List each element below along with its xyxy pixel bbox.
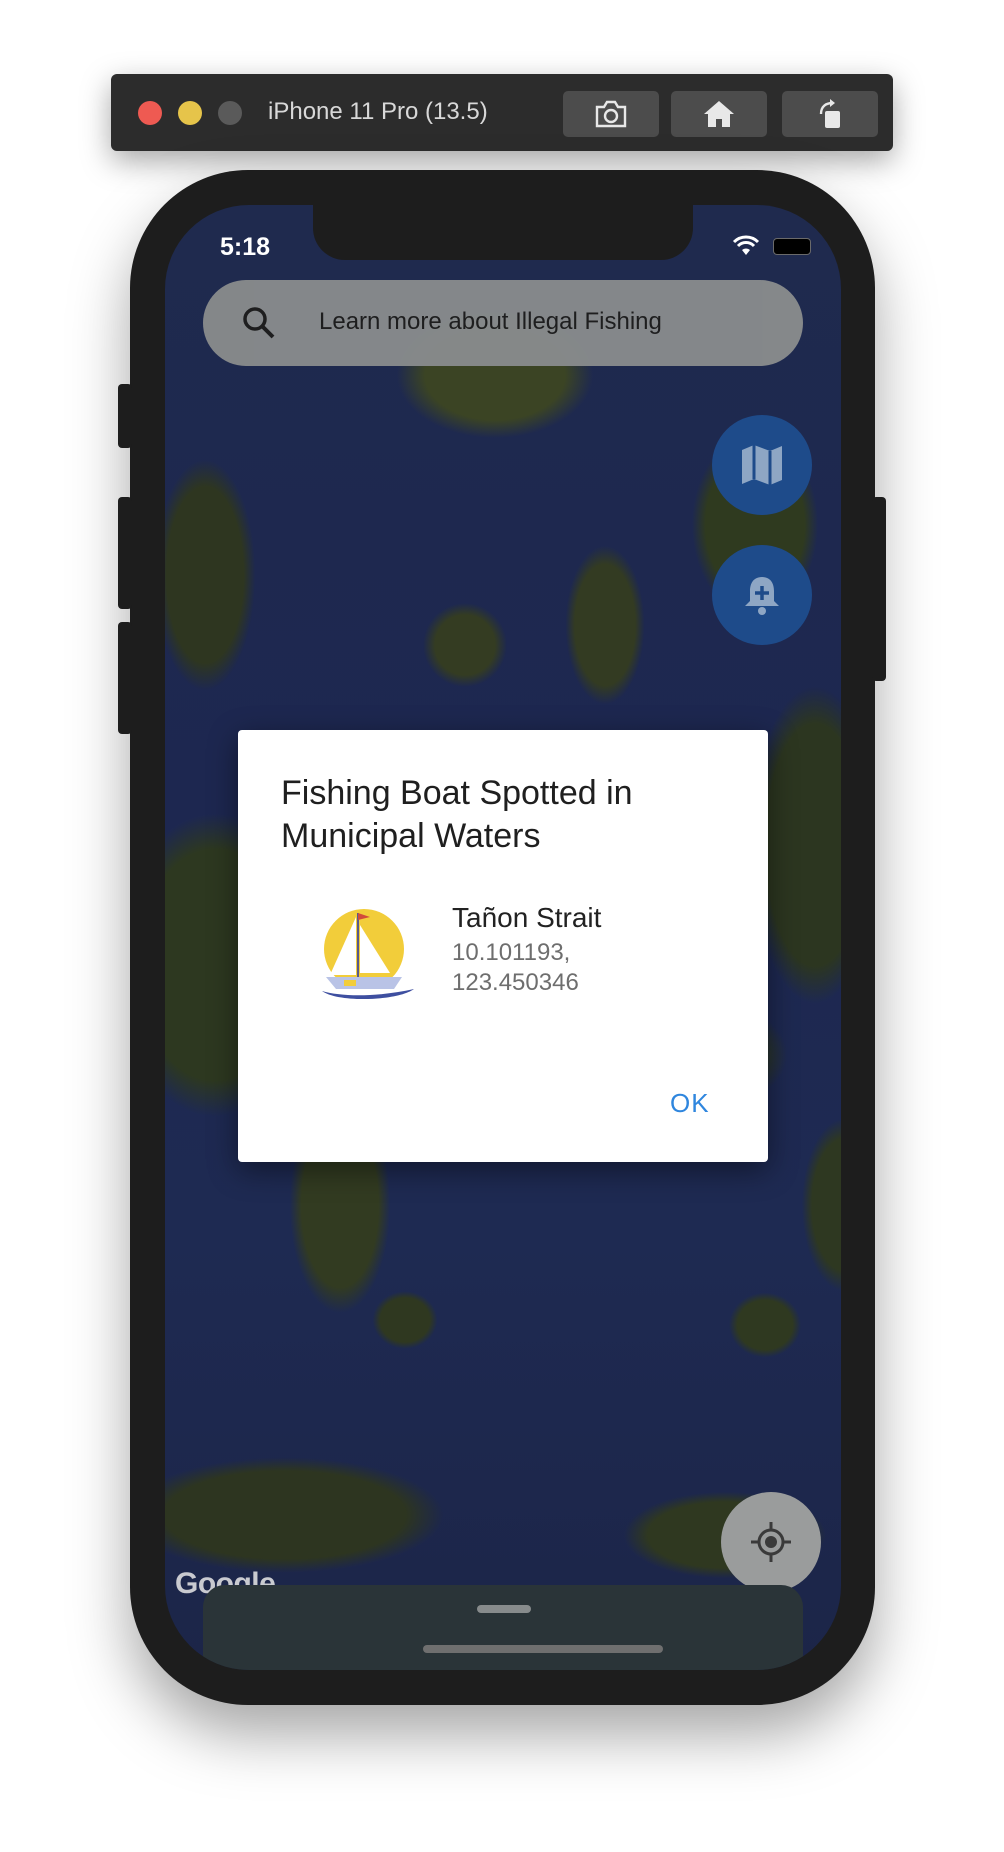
simulator-toolbar: iPhone 11 Pro (13.5) (111, 74, 893, 151)
bottom-sheet[interactable] (203, 1585, 803, 1670)
camera-icon (595, 100, 627, 128)
map-layers-button[interactable] (712, 415, 812, 515)
location-coordinates: 10.101193, 123.450346 (452, 938, 579, 998)
power-button (872, 497, 886, 681)
latitude: 10.101193, (452, 939, 571, 966)
rotate-icon (819, 99, 840, 128)
dialog-title: Fishing Boat Spotted in Municipal Waters (281, 774, 633, 855)
home-button[interactable] (671, 91, 767, 137)
alert-dialog: Fishing Boat Spotted in Municipal Waters… (238, 730, 768, 1162)
rotate-button[interactable] (782, 91, 878, 137)
search-placeholder: Learn more about Illegal Fishing (319, 308, 662, 335)
longitude: 123.450346 (452, 969, 579, 996)
location-name: Tañon Strait (452, 902, 602, 933)
search-icon (243, 307, 275, 339)
add-alert-button[interactable] (712, 545, 812, 645)
home-icon (704, 101, 734, 127)
sheet-drag-handle[interactable] (477, 1605, 531, 1613)
sailboat-icon (322, 909, 414, 1000)
search-bar[interactable]: Learn more about Illegal Fishing (203, 280, 803, 366)
mute-switch (118, 384, 132, 448)
screenshot-button[interactable] (563, 91, 659, 137)
ok-button[interactable]: OK (670, 1088, 710, 1119)
wifi-icon (732, 235, 760, 255)
volume-up-button (118, 497, 132, 609)
map-icon (742, 445, 782, 485)
minimize-window-button[interactable] (178, 101, 202, 125)
notch (313, 205, 693, 260)
volume-down-button (118, 622, 132, 734)
status-time: 5:18 (220, 233, 271, 261)
my-location-button[interactable] (721, 1492, 821, 1592)
simulator-title: iPhone 11 Pro (13.5) (268, 98, 488, 125)
home-indicator[interactable] (423, 1645, 663, 1653)
bell-plus-icon (745, 577, 779, 615)
crosshair-icon (751, 1522, 791, 1562)
close-window-button[interactable] (138, 101, 162, 125)
zoom-window-button[interactable] (218, 101, 242, 125)
battery-icon (773, 238, 811, 255)
